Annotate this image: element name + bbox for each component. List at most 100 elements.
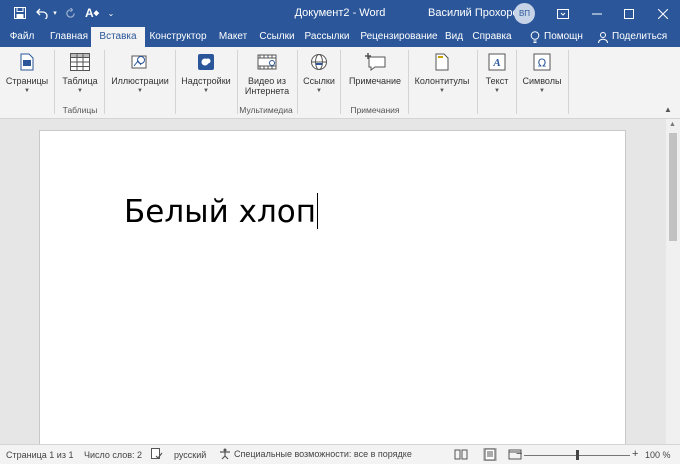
proofing-icon[interactable] bbox=[151, 448, 163, 462]
symbols-button[interactable]: Ω Символы ▼ bbox=[520, 51, 564, 105]
scroll-up-icon[interactable]: ▲ bbox=[669, 121, 676, 128]
text-box-icon: A bbox=[486, 51, 508, 73]
text-button[interactable]: A Текст ▼ bbox=[481, 51, 513, 105]
collapse-ribbon-icon[interactable]: ▲ bbox=[664, 105, 672, 114]
symbols-label: Символы bbox=[522, 76, 562, 86]
ribbon-display-options-icon[interactable] bbox=[546, 0, 580, 27]
svg-text:A: A bbox=[492, 57, 500, 69]
zoom-in-button[interactable]: + bbox=[632, 448, 638, 460]
group-separator bbox=[568, 50, 569, 114]
comment-button[interactable]: Примечание bbox=[344, 51, 406, 105]
header-footer-button[interactable]: Колонтитулы ▼ bbox=[411, 51, 473, 105]
group-label-tables: Таблицы bbox=[62, 105, 98, 115]
zoom-level[interactable]: 100 % bbox=[645, 450, 671, 460]
text-caret bbox=[317, 193, 319, 229]
group-separator bbox=[477, 50, 478, 114]
group-separator bbox=[104, 50, 105, 114]
links-button[interactable]: Ссылки ▼ bbox=[300, 51, 338, 105]
chevron-down-icon: ▼ bbox=[24, 88, 30, 94]
comment-icon bbox=[364, 51, 386, 73]
tell-me-label: Помощн bbox=[544, 31, 583, 42]
document-page[interactable]: Белый хлоп bbox=[39, 130, 626, 446]
share-button[interactable]: Поделиться bbox=[598, 27, 667, 47]
avatar[interactable]: ВП bbox=[514, 3, 535, 24]
video-icon bbox=[256, 51, 278, 73]
links-label: Ссылки bbox=[303, 76, 335, 86]
addins-button[interactable]: Надстройки ▼ bbox=[178, 51, 234, 105]
tab-mailings[interactable]: Рассылки bbox=[303, 27, 351, 47]
status-bar: Страница 1 из 1 Число слов: 2 русский Сп… bbox=[0, 444, 680, 464]
lightbulb-icon bbox=[530, 31, 540, 43]
tab-file[interactable]: Файл bbox=[4, 27, 40, 47]
table-label: Таблица bbox=[62, 76, 98, 86]
title-bar: ▾ A ◆ ⌄ Документ2 - Word Василий Прохоров… bbox=[0, 0, 680, 27]
tab-references[interactable]: Ссылки bbox=[257, 27, 297, 47]
page-count[interactable]: Страница 1 из 1 bbox=[6, 450, 73, 460]
tab-help[interactable]: Справка bbox=[470, 27, 514, 47]
user-name[interactable]: Василий Прохоров bbox=[428, 7, 524, 19]
minimize-icon[interactable] bbox=[580, 0, 614, 27]
document-text[interactable]: Белый хлоп bbox=[124, 193, 319, 230]
svg-text:Ω: Ω bbox=[538, 57, 546, 70]
document-area: Белый хлоп ▲ bbox=[0, 119, 680, 446]
page-icon bbox=[16, 51, 38, 73]
chevron-down-icon: ▼ bbox=[494, 88, 500, 94]
online-video-label-line1: Видео из bbox=[248, 76, 286, 86]
illustrations-button[interactable]: Иллюстрации ▼ bbox=[108, 51, 172, 105]
zoom-slider-thumb[interactable] bbox=[576, 450, 579, 460]
group-separator bbox=[297, 50, 298, 114]
ribbon-tab-bar: Файл Главная Вставка Конструктор Макет С… bbox=[0, 27, 680, 47]
accessibility-icon bbox=[220, 448, 230, 460]
tab-review[interactable]: Рецензирование bbox=[357, 27, 441, 47]
illustrations-label: Иллюстрации bbox=[111, 76, 169, 86]
scrollbar-thumb[interactable] bbox=[669, 133, 677, 241]
tab-layout[interactable]: Макет bbox=[215, 27, 251, 47]
header-footer-label: Колонтитулы bbox=[414, 76, 470, 86]
maximize-icon[interactable] bbox=[612, 0, 646, 27]
tab-insert[interactable]: Вставка bbox=[91, 27, 145, 47]
header-footer-icon bbox=[431, 51, 453, 73]
chevron-down-icon: ▼ bbox=[203, 88, 209, 94]
document-text-content: Белый хлоп bbox=[124, 194, 317, 230]
word-count[interactable]: Число слов: 2 bbox=[84, 450, 142, 460]
link-icon bbox=[308, 51, 330, 73]
text-label: Текст bbox=[485, 76, 509, 86]
tab-view[interactable]: Вид bbox=[443, 27, 465, 47]
print-layout-icon[interactable] bbox=[483, 448, 497, 461]
accessibility-status[interactable]: Специальные возможности: все в порядке bbox=[219, 448, 412, 460]
person-icon bbox=[598, 31, 608, 43]
read-mode-icon[interactable] bbox=[454, 448, 468, 461]
chevron-down-icon: ▼ bbox=[539, 88, 545, 94]
pages-label: Страницы bbox=[5, 76, 49, 86]
ribbon: Страницы ▼ Таблица ▼ Таблицы Иллюстрации… bbox=[0, 47, 680, 119]
group-separator bbox=[175, 50, 176, 114]
comment-label: Примечание bbox=[348, 76, 402, 86]
group-label-media: Мультимедиа bbox=[239, 105, 293, 115]
omega-icon: Ω bbox=[531, 51, 553, 73]
tab-home[interactable]: Главная bbox=[46, 27, 92, 47]
close-icon[interactable] bbox=[646, 0, 680, 27]
addins-icon bbox=[195, 51, 217, 73]
group-label-comments: Примечания bbox=[350, 105, 400, 115]
pages-button[interactable]: Страницы ▼ bbox=[4, 51, 50, 105]
group-separator bbox=[516, 50, 517, 114]
share-label: Поделиться bbox=[612, 31, 668, 42]
group-separator bbox=[408, 50, 409, 114]
group-separator bbox=[54, 50, 55, 114]
tell-me-button[interactable]: Помощн bbox=[530, 27, 583, 47]
group-separator bbox=[340, 50, 341, 114]
accessibility-label: Специальные возможности: все в порядке bbox=[234, 449, 412, 459]
chevron-down-icon: ▼ bbox=[439, 88, 445, 94]
addins-label: Надстройки bbox=[181, 76, 231, 86]
chevron-down-icon: ▼ bbox=[316, 88, 322, 94]
chevron-down-icon: ▼ bbox=[77, 88, 83, 94]
online-video-button[interactable]: Видео из Интернета bbox=[240, 51, 294, 105]
table-button[interactable]: Таблица ▼ bbox=[58, 51, 102, 105]
chevron-down-icon: ▼ bbox=[137, 88, 143, 94]
tab-design[interactable]: Конструктор bbox=[147, 27, 209, 47]
language-status[interactable]: русский bbox=[174, 450, 206, 460]
zoom-out-button[interactable]: − bbox=[516, 448, 522, 460]
vertical-scrollbar[interactable]: ▲ bbox=[666, 119, 680, 444]
online-video-label-line2: Интернета bbox=[244, 86, 290, 96]
illustrations-icon bbox=[129, 51, 151, 73]
